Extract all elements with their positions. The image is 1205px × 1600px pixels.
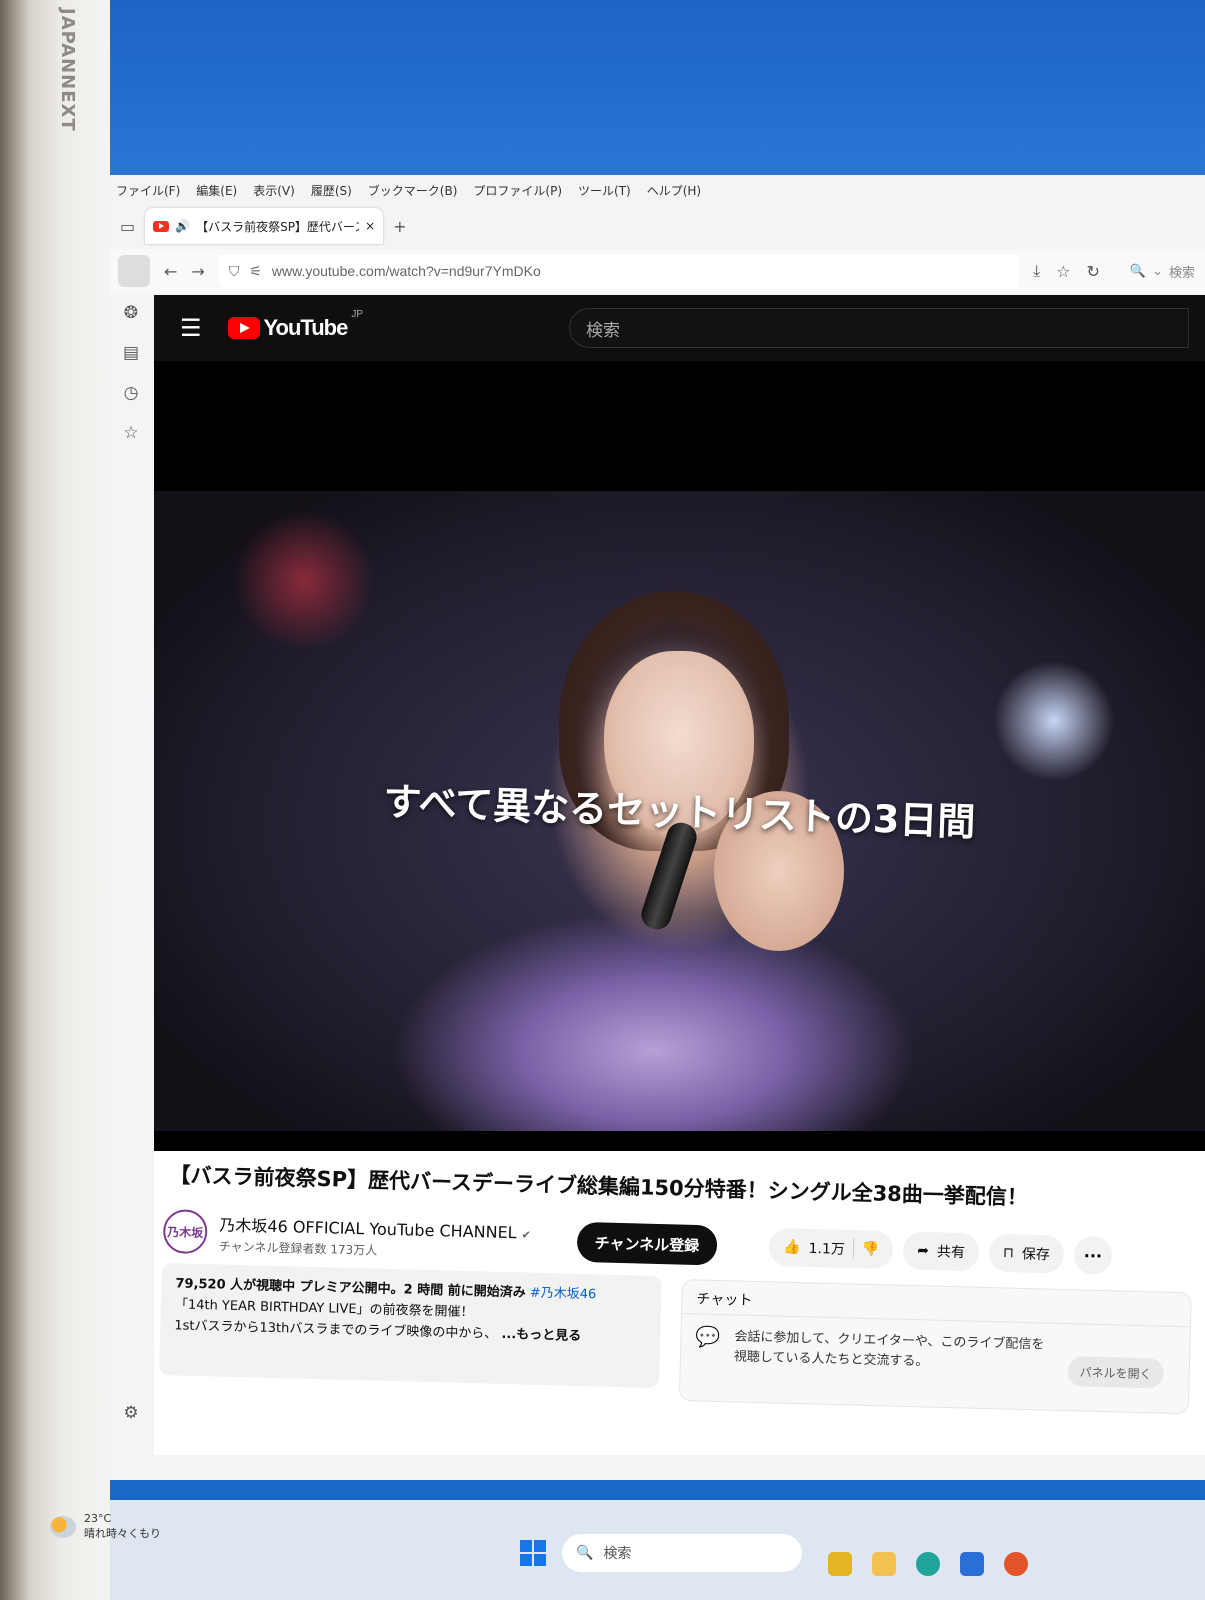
url-text[interactable]: www.youtube.com/watch?v=nd9ur7YmDKo (272, 263, 541, 279)
desktop-wallpaper (110, 0, 1205, 190)
youtube-logo[interactable]: YouTube JP (227, 309, 363, 341)
hamburger-menu-icon[interactable]: ☰ (180, 314, 202, 342)
desktop-screen: ファイル(F) 編集(E) 表示(V) 履歴(S) ブックマーク(B) プロファ… (50, 0, 1205, 1600)
taskbar-apps (828, 1552, 1028, 1576)
youtube-favicon-icon (153, 220, 170, 232)
windows-start-icon[interactable] (520, 1540, 546, 1566)
browser-window: ファイル(F) 編集(E) 表示(V) 履歴(S) ブックマーク(B) プロファ… (110, 175, 1205, 1480)
sidebar-toggle-button[interactable] (118, 255, 150, 287)
weather-widget[interactable]: 23°C 晴れ時々くもり (50, 1512, 161, 1541)
tab-close-icon[interactable]: × (365, 219, 375, 233)
menu-bar: ファイル(F) 編集(E) 表示(V) 履歴(S) ブックマーク(B) プロファ… (116, 179, 701, 201)
video-description[interactable]: 79,520 人が視聴中 プレミア公開中。2 時間 前に開始済み #乃木坂46 … (159, 1263, 662, 1389)
menu-history[interactable]: 履歴(S) (311, 182, 352, 199)
menu-view[interactable]: 表示(V) (253, 182, 295, 199)
menu-file[interactable]: ファイル(F) (116, 182, 180, 199)
reload-icon[interactable]: ↻ (1086, 262, 1099, 281)
share-icon: ➦ (917, 1242, 930, 1260)
permissions-icon[interactable]: ⚟ (249, 263, 262, 280)
youtube-logo-text: YouTube (263, 315, 349, 340)
open-panel-button[interactable]: パネルを開く (1067, 1356, 1165, 1389)
verified-badge-icon: ✔ (521, 1227, 532, 1242)
browser-search-box[interactable]: 🔍 ⌄ 検索 (1130, 262, 1205, 281)
channel-avatar[interactable]: 乃木坂 (162, 1208, 208, 1255)
edge-browser-icon[interactable] (916, 1552, 940, 1576)
url-bar[interactable]: ⛉ ⚟ www.youtube.com/watch?v=nd9ur7YmDKo (218, 254, 1020, 288)
menu-tools[interactable]: ツール(T) (578, 182, 631, 199)
chat-bubble-icon: 💬 (695, 1324, 721, 1350)
weather-temperature: 23°C (84, 1512, 112, 1525)
show-more-link[interactable]: ...もっと見る (501, 1327, 581, 1344)
video-player[interactable]: すべて異なるセットリストの3日間 (154, 361, 1205, 1151)
tab-active[interactable]: 🔊 【バスラ前夜祭SP】歴代バースデ × (145, 208, 384, 244)
history-clock-icon[interactable]: ◷ (124, 383, 139, 403)
save-bookmark-icon: ⊓ (1002, 1244, 1015, 1262)
download-icon[interactable]: ⤓ (1033, 261, 1040, 281)
synced-tabs-icon[interactable]: ▤ (123, 343, 139, 363)
back-arrow-icon[interactable]: ← (164, 262, 177, 281)
file-explorer-icon[interactable] (872, 1552, 896, 1576)
share-label: 共有 (936, 1244, 966, 1261)
ai-chatbot-icon[interactable]: ❂ (124, 303, 138, 323)
tab-bar: ▭ 🔊 【バスラ前夜祭SP】歴代バースデ × + (110, 205, 1205, 247)
like-separator (852, 1238, 855, 1261)
new-tab-button[interactable]: + (393, 217, 406, 236)
search-icon: 🔍 (1129, 263, 1147, 279)
tab-overview-icon[interactable]: ▭ (120, 217, 135, 236)
menu-bookmarks[interactable]: ブックマーク(B) (368, 182, 458, 199)
more-dots-icon: ··· (1083, 1245, 1103, 1266)
gear-icon[interactable]: ⚙ (123, 1403, 138, 1423)
navigation-bar: ← → ⛉ ⚟ www.youtube.com/watch?v=nd9ur7Ym… (110, 249, 1205, 293)
monitor-brand: JAPANNEXT (57, 8, 78, 132)
browser-sidebar: ❂ ▤ ◷ ☆ ⚙ (110, 293, 152, 1473)
youtube-header: ☰ YouTube JP 検索 (154, 295, 1205, 361)
chat-join-text: 会話に参加して、クリエイターや、このライブ配信を視聴している人たちと交流する。 (733, 1329, 1045, 1370)
forward-arrow-icon[interactable]: → (191, 262, 204, 281)
speaker-icon[interactable]: 🔊 (175, 219, 190, 233)
tab-title: 【バスラ前夜祭SP】歴代バースデ (196, 219, 359, 234)
description-hashtag[interactable]: #乃木坂46 (530, 1286, 597, 1303)
video-info: 【バスラ前夜祭SP】歴代バースデーライブ総集編150分特番！シングル全38曲一挙… (154, 1151, 1205, 1455)
like-dislike-group: 👍 1.1万 👎 (768, 1227, 894, 1270)
description-line-3: 1stバスラから13thバスラまでのライブ映像の中から、 (174, 1318, 498, 1342)
youtube-region: JP (351, 309, 364, 320)
taskbar-search-input[interactable]: 🔍 検索 (562, 1534, 802, 1572)
dislike-icon[interactable]: 👎 (862, 1241, 880, 1257)
live-chat-panel: チャット 💬 会話に参加して、クリエイターや、このライブ配信を視聴している人たち… (678, 1279, 1192, 1415)
avatar-text: 乃木坂 (167, 1224, 204, 1240)
url-actions: ⤓ ☆ ↻ (1033, 261, 1116, 281)
save-button[interactable]: ⊓ 保存 (988, 1233, 1065, 1274)
windows-taskbar: 23°C 晴れ時々くもり 🔍 検索 (50, 1500, 1205, 1600)
like-icon[interactable]: 👍 (783, 1239, 801, 1255)
taskbar-search-icon: 🔍 (576, 1545, 594, 1561)
more-actions-button[interactable]: ··· (1073, 1235, 1113, 1275)
menu-profiles[interactable]: プロファイル(P) (473, 182, 562, 199)
youtube-page: ☰ YouTube JP 検索 すべて異なるセットリストの3日間 【バスラ前夜祭… (154, 295, 1205, 1455)
menu-edit[interactable]: 編集(E) (196, 182, 237, 199)
weather-sun-cloud-icon (50, 1515, 76, 1538)
save-label: 保存 (1021, 1246, 1051, 1264)
bookmark-star-icon[interactable]: ☆ (1056, 262, 1070, 281)
browser-search-placeholder: 検索 (1168, 265, 1195, 281)
like-count[interactable]: 1.1万 (808, 1238, 845, 1259)
video-frame[interactable]: すべて異なるセットリストの3日間 (154, 491, 1205, 1131)
youtube-search-input[interactable]: 検索 (569, 308, 1190, 348)
bookmarks-star-icon[interactable]: ☆ (123, 423, 138, 443)
video-actions: 👍 1.1万 👎 ➦ 共有 ⊓ 保存 ··· (768, 1227, 1113, 1275)
chevron-down-icon[interactable]: ⌄ (1152, 264, 1163, 279)
channel-info: 乃木坂46 OFFICIAL YouTube CHANNEL ✔ チャンネル登録… (219, 1211, 532, 1262)
youtube-play-icon (227, 317, 260, 339)
taskbar-search-label: 検索 (603, 1546, 632, 1562)
youtube-search-placeholder: 検索 (586, 320, 621, 341)
weather-condition: 晴れ時々くもり (84, 1527, 161, 1540)
shield-icon[interactable]: ⛉ (229, 263, 240, 280)
share-button[interactable]: ➦ 共有 (902, 1231, 980, 1272)
mail-app-icon[interactable] (960, 1552, 984, 1576)
firefox-icon[interactable] (1004, 1552, 1028, 1576)
app-teams-icon[interactable] (828, 1552, 852, 1576)
subscribe-button[interactable]: チャンネル登録 (576, 1221, 718, 1266)
chat-body: 💬 会話に参加して、クリエイターや、このライブ配信を視聴している人たちと交流する… (680, 1314, 1190, 1401)
menu-help[interactable]: ヘルプ(H) (647, 182, 701, 199)
